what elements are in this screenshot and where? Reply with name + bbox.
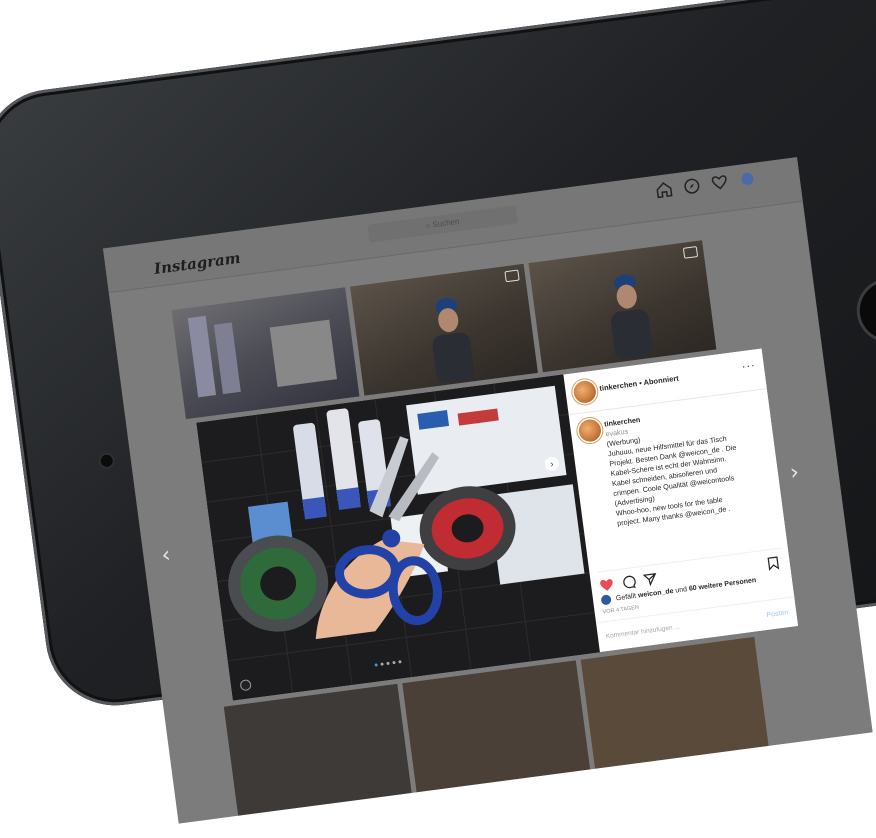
video-icon <box>504 269 520 283</box>
post-photo: › <box>196 374 600 701</box>
search-placeholder: Suchen <box>431 216 460 230</box>
likes-prefix: Gefällt <box>615 592 637 603</box>
grid-thumbnail[interactable] <box>223 683 412 816</box>
more-icon[interactable]: ··· <box>741 359 756 373</box>
caption-avatar[interactable] <box>577 418 603 443</box>
author-avatar[interactable] <box>572 379 598 405</box>
thumbnail-person-image <box>432 298 474 383</box>
carousel-dot <box>380 662 384 666</box>
home-icon[interactable] <box>654 180 674 200</box>
heart-filled-icon[interactable] <box>598 577 615 594</box>
heart-icon[interactable] <box>710 172 730 192</box>
liker-avatar <box>600 594 612 606</box>
post-image-tools <box>196 374 600 701</box>
send-icon[interactable] <box>642 571 659 588</box>
comment-icon[interactable] <box>620 574 637 591</box>
bookmark-icon[interactable] <box>765 555 782 572</box>
carousel-dot <box>374 663 378 667</box>
author-username[interactable]: tinkerchen • Abonniert <box>599 374 679 393</box>
post-comment-button[interactable]: Posten <box>766 609 789 619</box>
post-caption: tinkerchen evakus (Werbung) Juhuuu, neue… <box>604 399 777 529</box>
post-date: VOR 4 TAGEN <box>602 604 640 616</box>
grid-thumbnail[interactable] <box>171 287 360 420</box>
previous-post-arrow-icon[interactable]: ‹ <box>160 542 172 568</box>
grid-thumbnail[interactable] <box>528 240 717 373</box>
tablet-frame: Instagram ⌕ Suchen ‹ › › tinkerchen • Ab… <box>0 0 876 824</box>
likes-middle: und <box>675 586 688 595</box>
likes-user[interactable]: weicon_de <box>638 588 674 600</box>
tablet-screen: Instagram ⌕ Suchen ‹ › › tinkerchen • Ab… <box>102 157 873 824</box>
post-sidebar: tinkerchen • Abonniert ··· tinkerchen ev… <box>563 348 799 654</box>
grid-thumbnail[interactable] <box>402 660 591 793</box>
instagram-logo[interactable]: Instagram <box>153 249 242 278</box>
video-icon <box>682 246 699 259</box>
thumbnail-tools-image <box>187 315 338 398</box>
thumbnail-person-image <box>610 274 653 360</box>
front-camera <box>99 454 114 468</box>
grid-thumbnail[interactable] <box>350 263 538 396</box>
search-input[interactable]: ⌕ Suchen <box>367 205 519 243</box>
comment-input[interactable]: Kommentar hinzufügen ... <box>605 624 680 641</box>
carousel-dot <box>386 661 390 666</box>
explore-icon[interactable] <box>682 176 702 196</box>
grid-thumbnail[interactable] <box>580 636 769 769</box>
profile-avatar[interactable] <box>737 169 757 189</box>
home-button[interactable] <box>856 277 876 344</box>
tablet-device: Instagram ⌕ Suchen ‹ › › tinkerchen • Ab… <box>0 0 876 824</box>
top-nav-icons <box>654 169 757 200</box>
next-post-arrow-icon[interactable]: › <box>789 460 801 486</box>
carousel-dot <box>392 660 396 665</box>
carousel-dot <box>398 660 402 664</box>
